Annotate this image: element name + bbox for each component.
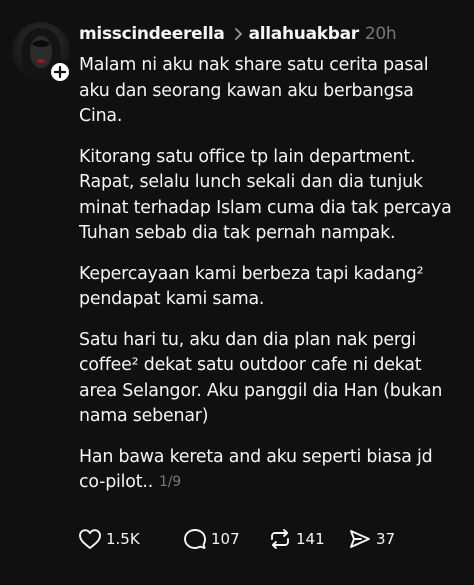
action-bar: 1.5K 107 141 37 xyxy=(78,527,408,551)
share-count: 37 xyxy=(376,530,396,548)
repost-icon xyxy=(271,529,289,549)
avatar-container xyxy=(12,22,72,84)
post-paragraph: Satu hari tu, aku dan dia plan nak pergi… xyxy=(79,329,443,427)
chevron-right-icon xyxy=(234,27,243,41)
follow-button[interactable] xyxy=(48,60,72,84)
username-link[interactable]: misscindeerella xyxy=(79,24,225,44)
reply-button[interactable]: 107 xyxy=(183,528,268,550)
like-button[interactable]: 1.5K xyxy=(78,528,183,550)
post-paragraph-text: Han bawa kereta and aku seperti biasa jd… xyxy=(79,446,433,493)
share-button[interactable]: 37 xyxy=(348,528,408,550)
post-paragraph: Kepercayaan kami berbeza tapi kadang² pe… xyxy=(79,263,424,310)
thread-post: misscindeerella allahuakbar 20h Malam ni… xyxy=(0,0,474,585)
comment-bubble-icon xyxy=(184,529,206,549)
like-count: 1.5K xyxy=(106,530,140,548)
post-header: misscindeerella allahuakbar 20h xyxy=(79,21,397,47)
page-indicator: 1/9 xyxy=(159,474,181,490)
send-icon xyxy=(350,530,370,548)
repost-count: 141 xyxy=(296,530,325,548)
reply-count: 107 xyxy=(211,530,240,548)
community-link[interactable]: allahuakbar xyxy=(249,24,360,44)
post-paragraph-last: Han bawa kereta and aku seperti biasa jd… xyxy=(79,445,467,496)
post-timestamp: 20h xyxy=(364,24,397,44)
post-paragraph: Kitorang satu office tp lain department.… xyxy=(79,146,452,244)
plus-icon xyxy=(54,66,66,78)
repost-button[interactable]: 141 xyxy=(268,528,348,550)
post-body: Malam ni aku nak share satu cerita pasal… xyxy=(79,53,467,496)
post-paragraph: Malam ni aku nak share satu cerita pasal… xyxy=(79,55,429,126)
heart-icon xyxy=(79,529,101,549)
